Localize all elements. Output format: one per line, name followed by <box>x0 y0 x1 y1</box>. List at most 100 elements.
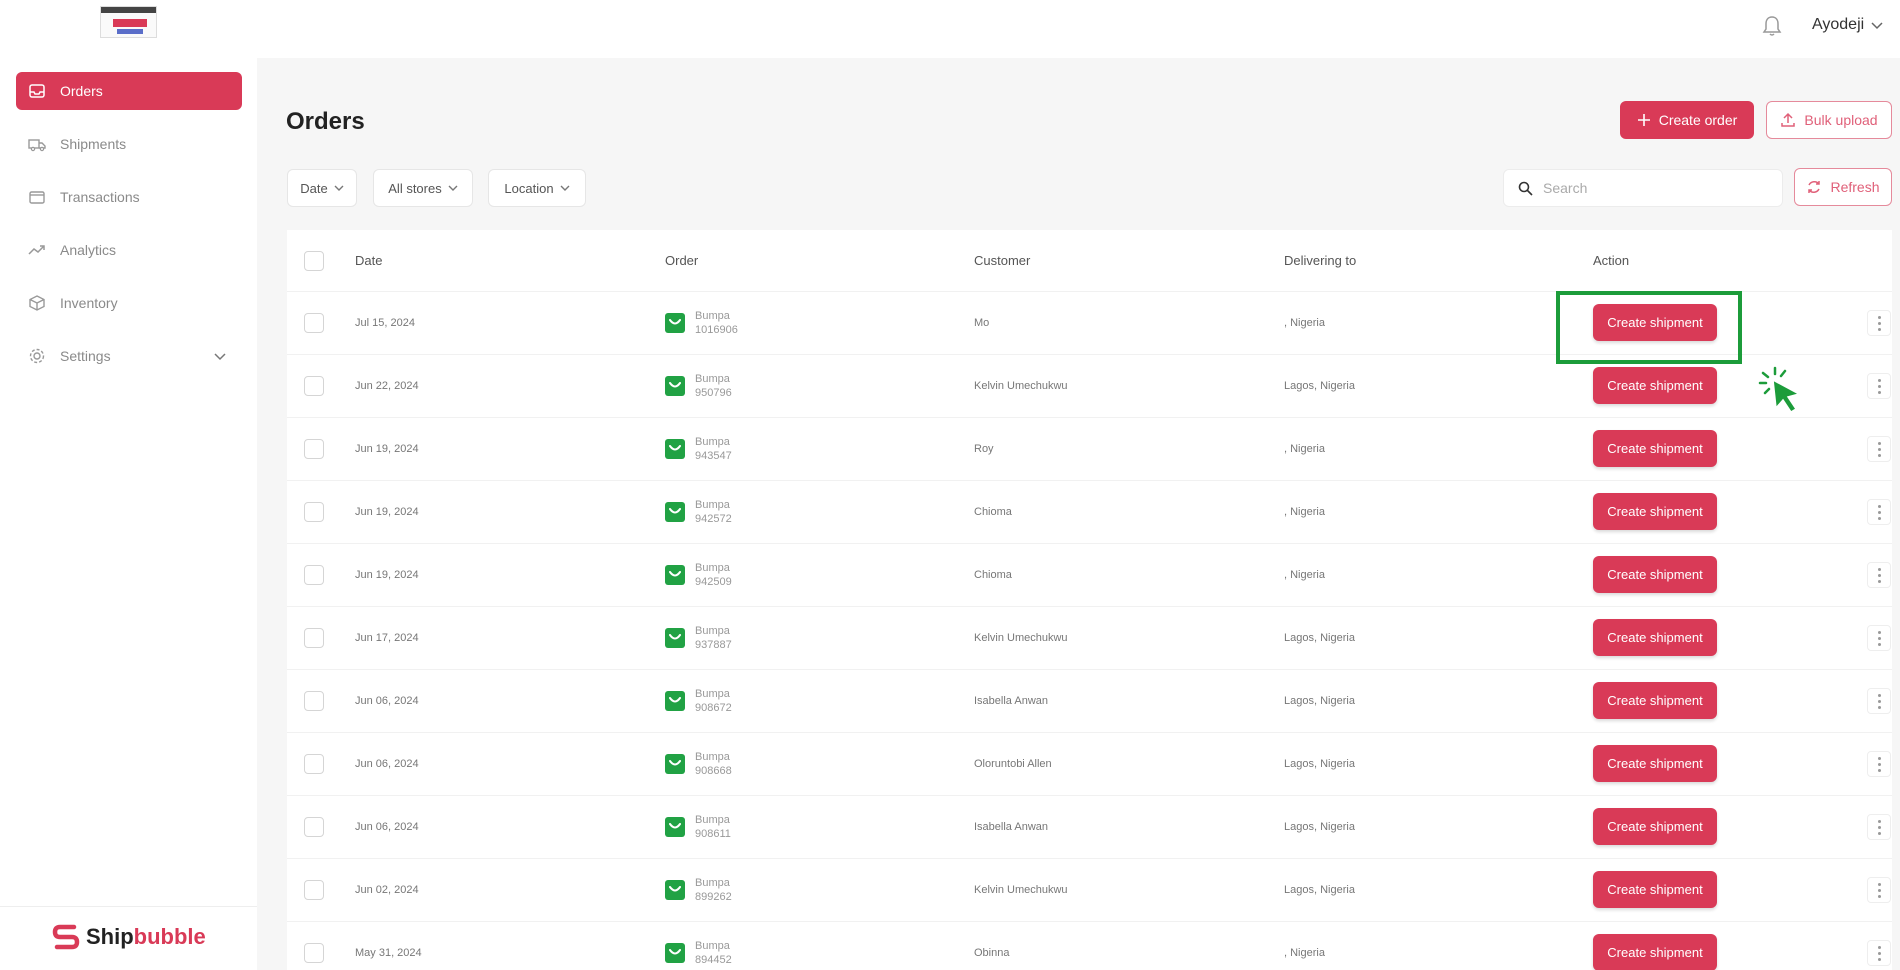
order-cell[interactable]: Bumpa 937887 <box>665 624 732 652</box>
create-shipment-button[interactable]: Create shipment <box>1593 871 1717 908</box>
table-row[interactable]: Jun 19, 2024 Bumpa 942572 Chioma , Nigeria Cr… <box>287 481 1892 543</box>
row-checkbox[interactable] <box>304 565 324 585</box>
customer-name: Oloruntobi Allen <box>974 758 1052 770</box>
order-cell[interactable]: Bumpa 908668 <box>665 750 732 778</box>
sidebar-item-analytics[interactable]: Analytics <box>16 231 242 269</box>
create-shipment-button[interactable]: Create shipment <box>1593 745 1717 782</box>
header-customer: Customer <box>974 253 1031 268</box>
order-cell[interactable]: Bumpa 942509 <box>665 561 732 589</box>
table-row[interactable]: Jun 19, 2024 Bumpa 942509 Chioma , Nigeria Cr… <box>287 544 1892 606</box>
sidebar-item-inventory[interactable]: Inventory <box>16 284 242 322</box>
sidebar-item-settings[interactable]: Settings <box>16 337 242 375</box>
row-checkbox[interactable] <box>304 313 324 333</box>
delivery-location: Lagos, Nigeria <box>1284 380 1355 392</box>
row-checkbox[interactable] <box>304 439 324 459</box>
user-menu[interactable]: Ayodeji <box>1812 16 1884 34</box>
order-id: 942509 <box>695 576 732 588</box>
sidebar-item-orders[interactable]: Orders <box>16 72 242 110</box>
refresh-label: Refresh <box>1830 179 1880 195</box>
company-logo[interactable] <box>100 6 157 38</box>
bell-icon[interactable] <box>1762 15 1782 37</box>
chevron-down-icon <box>1871 22 1883 30</box>
row-checkbox[interactable] <box>304 943 324 963</box>
row-checkbox[interactable] <box>304 502 324 522</box>
create-shipment-button[interactable]: Create shipment <box>1593 808 1717 845</box>
create-shipment-button[interactable]: Create shipment <box>1593 367 1717 404</box>
table-row[interactable]: Jun 17, 2024 Bumpa 937887 Kelvin Umechukwu L… <box>287 607 1892 669</box>
bumpa-store-icon <box>665 754 685 774</box>
row-checkbox[interactable] <box>304 754 324 774</box>
table-row[interactable]: Jun 06, 2024 Bumpa 908672 Isabella Anwan Lag… <box>287 670 1892 732</box>
row-checkbox[interactable] <box>304 691 324 711</box>
create-shipment-button[interactable]: Create shipment <box>1593 619 1717 656</box>
order-id: 1016906 <box>695 324 738 336</box>
order-cell[interactable]: Bumpa 899262 <box>665 876 732 904</box>
bumpa-store-icon <box>665 880 685 900</box>
user-name: Ayodeji <box>1812 16 1865 33</box>
bumpa-store-icon <box>665 376 685 396</box>
order-cell[interactable]: Bumpa 950796 <box>665 372 732 400</box>
create-shipment-button[interactable]: Create shipment <box>1593 682 1717 719</box>
bumpa-store-icon <box>665 313 685 333</box>
table-row[interactable]: Jun 19, 2024 Bumpa 943547 Roy , Nigeria Creat… <box>287 418 1892 480</box>
sidebar-item-shipments[interactable]: Shipments <box>16 125 242 163</box>
more-options-icon[interactable] <box>1867 940 1891 966</box>
more-options-icon[interactable] <box>1867 373 1891 399</box>
table-body: Jul 15, 2024 Bumpa 1016906 Mo , Nigeria Creat… <box>287 291 1892 970</box>
row-checkbox[interactable] <box>304 628 324 648</box>
create-order-button[interactable]: Create order <box>1620 101 1754 139</box>
select-all-checkbox[interactable] <box>304 250 324 271</box>
table-row[interactable]: Jun 02, 2024 Bumpa 899262 Kelvin Umechukwu L… <box>287 859 1892 921</box>
search-input[interactable] <box>1543 180 1763 196</box>
refresh-button[interactable]: Refresh <box>1794 168 1892 206</box>
create-shipment-button[interactable]: Create shipment <box>1593 556 1717 593</box>
header-delivering-to: Delivering to <box>1284 253 1357 268</box>
create-shipment-button[interactable]: Create shipment <box>1593 430 1717 467</box>
stores-filter-label: All stores <box>388 180 442 196</box>
order-cell[interactable]: Bumpa 942572 <box>665 498 732 526</box>
delivery-location: Lagos, Nigeria <box>1284 695 1355 707</box>
more-options-icon[interactable] <box>1867 436 1891 462</box>
date-filter[interactable]: Date <box>287 169 357 207</box>
order-cell[interactable]: Bumpa 1016906 <box>665 309 738 337</box>
more-options-icon[interactable] <box>1867 310 1891 336</box>
sidebar-item-transactions[interactable]: Transactions <box>16 178 242 216</box>
more-options-icon[interactable] <box>1867 814 1891 840</box>
table-row[interactable]: Jun 22, 2024 Bumpa 950796 Kelvin Umechukwu L… <box>287 355 1892 417</box>
table-row[interactable]: May 31, 2024 Bumpa 894452 Obinna , Nigeria Cr… <box>287 922 1892 970</box>
brand-logo: Ship bubble <box>52 924 206 950</box>
truck-icon <box>28 139 46 152</box>
bulk-upload-button[interactable]: Bulk upload <box>1766 101 1892 139</box>
more-options-icon[interactable] <box>1867 562 1891 588</box>
more-options-icon[interactable] <box>1867 499 1891 525</box>
order-cell[interactable]: Bumpa 894452 <box>665 939 732 967</box>
order-store: Bumpa <box>695 499 730 511</box>
location-filter[interactable]: Location <box>488 169 586 207</box>
order-id: 908611 <box>695 828 731 840</box>
stores-filter[interactable]: All stores <box>373 169 473 207</box>
order-cell[interactable]: Bumpa 908672 <box>665 687 732 715</box>
order-cell[interactable]: Bumpa 908611 <box>665 813 731 841</box>
row-checkbox[interactable] <box>304 376 324 396</box>
customer-name: Chioma <box>974 569 1012 581</box>
order-cell[interactable]: Bumpa 943547 <box>665 435 732 463</box>
bumpa-store-icon <box>665 943 685 963</box>
wallet-icon <box>29 191 45 204</box>
search-box[interactable] <box>1503 169 1783 207</box>
table-row[interactable]: Jun 06, 2024 Bumpa 908611 Isabella Anwan Lag… <box>287 796 1892 858</box>
create-shipment-button[interactable]: Create shipment <box>1593 493 1717 530</box>
create-shipment-button[interactable]: Create shipment <box>1593 934 1717 970</box>
row-checkbox[interactable] <box>304 880 324 900</box>
more-options-icon[interactable] <box>1867 751 1891 777</box>
delivery-location: , Nigeria <box>1284 506 1325 518</box>
box-icon <box>29 295 45 311</box>
more-options-icon[interactable] <box>1867 877 1891 903</box>
row-checkbox[interactable] <box>304 817 324 837</box>
header-action: Action <box>1593 253 1630 268</box>
order-date: Jun 19, 2024 <box>355 506 419 518</box>
table-row[interactable]: Jun 06, 2024 Bumpa 908668 Oloruntobi Allen L… <box>287 733 1892 795</box>
delivery-location: Lagos, Nigeria <box>1284 632 1355 644</box>
more-options-icon[interactable] <box>1867 688 1891 714</box>
delivery-location: , Nigeria <box>1284 443 1325 455</box>
more-options-icon[interactable] <box>1867 625 1891 651</box>
